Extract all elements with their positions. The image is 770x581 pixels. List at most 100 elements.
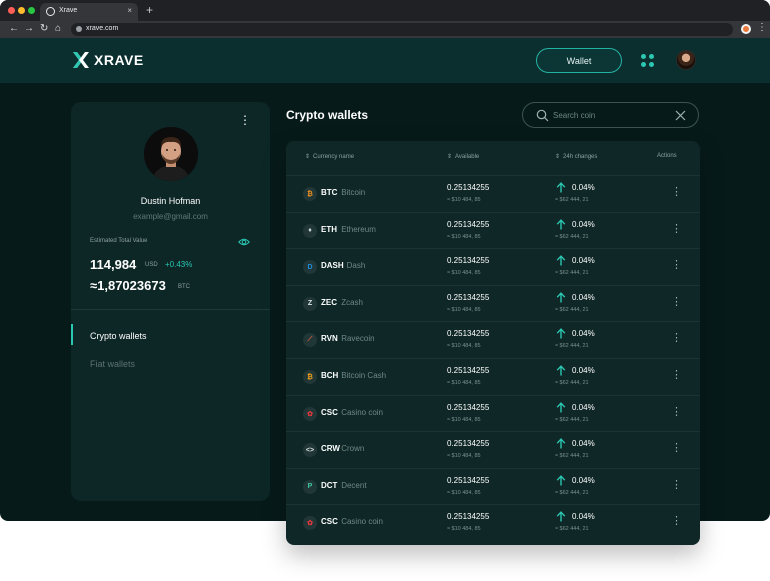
search-box[interactable] [522, 102, 699, 128]
header-currency-label: Currency name [313, 153, 355, 160]
header-actions: Actions [657, 153, 677, 159]
back-icon[interactable]: ← [9, 23, 19, 35]
table-row[interactable]: D DASH Dash 0.25134255 ≈ $10 484, 85 0.04% ≈ $… [286, 248, 700, 285]
coin-name: Dash [346, 261, 366, 271]
change-usd: ≈ $62 444, 21 [555, 453, 589, 460]
ravencoin-icon: ⟋ [303, 333, 317, 348]
browser-tab[interactable]: Xrave × [40, 3, 138, 21]
row-actions-icon[interactable]: ⋮ [671, 223, 682, 235]
minimize-window-button[interactable] [18, 7, 25, 14]
coin-name: Casino coin [341, 407, 383, 417]
row-actions-icon[interactable]: ⋮ [671, 443, 682, 454]
maximize-window-button[interactable] [28, 7, 35, 14]
row-actions-icon[interactable]: ⋮ [671, 370, 682, 381]
table-row[interactable]: P DCT Decent 0.25134255 ≈ $10 484, 85 0.04% ≈ … [286, 467, 700, 505]
address-bar[interactable]: xrave.com [71, 23, 733, 36]
profile-avatar [144, 127, 198, 181]
browser-menu-icon[interactable]: ⋮ [757, 22, 767, 33]
change-usd: ≈ $62 444, 21 [555, 380, 589, 386]
table-row[interactable]: ₿ BCH Bitcoin Cash 0.25134255 ≈ $10 484, 85 0… [286, 358, 700, 395]
casino-coin-icon: ✿ [303, 516, 317, 531]
new-tab-button[interactable]: + [146, 3, 153, 17]
available-usd: ≈ $10 484, 85 [447, 380, 481, 386]
nav-crypto-wallets[interactable]: Crypto wallets [90, 331, 147, 341]
page-title: Crypto wallets [286, 108, 369, 122]
nav-fiat-wallets[interactable]: Fiat wallets [90, 359, 135, 369]
arrow-up-icon [556, 365, 566, 376]
profile-menu-icon[interactable]: ⋮ [239, 114, 251, 126]
home-icon[interactable]: ⌂ [55, 23, 61, 35]
clear-search-icon[interactable] [675, 110, 686, 121]
usd-unit: USD [145, 262, 158, 268]
coin-name: Ethereum [341, 224, 376, 234]
sort-icon: ⇕ [555, 154, 561, 160]
forward-icon[interactable]: → [24, 23, 34, 35]
lock-icon [76, 26, 82, 32]
available-usd: ≈ $10 484, 85 [447, 526, 481, 533]
arrow-up-icon [556, 182, 566, 193]
row-actions-icon[interactable]: ⋮ [671, 296, 682, 308]
available-usd: ≈ $10 484, 85 [447, 270, 481, 277]
row-actions-icon[interactable]: ⋮ [671, 333, 682, 344]
globe-icon [46, 7, 55, 16]
table-row[interactable]: <> CRW Crown 0.25134255 ≈ $10 484, 85 0.04% ≈ … [286, 431, 700, 468]
table-row[interactable]: ₿ BTC Bitcoin 0.25134255 ≈ $10 484, 85 0.04% ≈… [286, 175, 700, 212]
arrow-up-icon [556, 474, 566, 486]
logo[interactable]: XRAVE [71, 50, 144, 70]
available-usd: ≈ $10 484, 85 [447, 453, 481, 460]
coin-name: Crown [341, 444, 365, 454]
browser-toolbar: ← → ↻ ⌂ xrave.com ⋮ [0, 21, 770, 38]
table-row[interactable]: Z ZEC Zcash 0.25134255 ≈ $10 484, 85 0.04% ≈ $… [286, 284, 700, 322]
available-amount: 0.25134255 [447, 219, 490, 229]
tab-strip: Xrave × + [0, 0, 770, 21]
available-amount: 0.25134255 [447, 183, 490, 192]
available-amount: 0.25134255 [447, 329, 490, 339]
available-usd: ≈ $10 484, 85 [447, 233, 481, 240]
change-percent: 0.04% [572, 292, 595, 302]
crown-icon: <> [303, 443, 317, 458]
table-row[interactable]: ✿ CSC Casino coin 0.25134255 ≈ $10 484, 85 0.… [286, 394, 700, 432]
eye-icon[interactable] [238, 237, 250, 247]
row-actions-icon[interactable]: ⋮ [671, 479, 682, 491]
reload-icon[interactable]: ↻ [40, 23, 48, 35]
coin-symbol: ETH [321, 224, 337, 234]
wallet-button[interactable]: Wallet [536, 48, 622, 73]
header-changes-label: 24h changes [563, 153, 598, 160]
arrow-up-icon [556, 511, 566, 522]
available-usd: ≈ $10 484, 85 [447, 343, 481, 350]
url-text: xrave.com [86, 25, 119, 32]
row-actions-icon[interactable]: ⋮ [671, 406, 682, 418]
coin-symbol: DASH [321, 261, 344, 271]
table-row[interactable]: ✿ CSC Casino coin 0.25134255 ≈ $10 484, 85 0.… [286, 504, 700, 541]
row-actions-icon[interactable]: ⋮ [671, 187, 682, 198]
header-changes[interactable]: ⇕ 24h changes [555, 153, 598, 161]
table-row[interactable]: ⟋ RVN Ravecoin 0.25134255 ≈ $10 484, 85 0.04%… [286, 321, 700, 358]
user-avatar[interactable] [676, 50, 696, 70]
sort-icon: ⇕ [305, 154, 311, 160]
coin-name: Decent [341, 480, 367, 490]
header-available[interactable]: ⇕ Available [447, 153, 479, 161]
close-window-button[interactable] [8, 7, 15, 14]
wallets-table: ⇕ Currency name ⇕ Available ⇕ 24h change… [286, 141, 700, 545]
header-currency[interactable]: ⇕ Currency name [305, 153, 355, 161]
browser-chrome: Xrave × + ← → ↻ ⌂ xrave.com ⋮ [0, 0, 770, 38]
arrow-up-icon [556, 255, 566, 266]
coin-name: Zcash [341, 297, 363, 307]
logo-text: XRAVE [94, 52, 144, 68]
available-usd: ≈ $10 484, 85 [447, 489, 481, 496]
row-actions-icon[interactable]: ⋮ [671, 260, 682, 271]
coin-name: Bitcoin [341, 188, 366, 197]
tab-close-icon[interactable]: × [127, 6, 132, 15]
change-usd: ≈ $62 444, 21 [555, 306, 589, 313]
available-usd: ≈ $10 484, 85 [447, 197, 481, 203]
search-input[interactable] [553, 108, 673, 123]
apps-grid-icon[interactable] [641, 54, 654, 67]
extension-icon[interactable] [741, 24, 751, 34]
row-actions-icon[interactable]: ⋮ [671, 516, 682, 527]
user-email: example@gmail.com [133, 212, 208, 221]
table-row[interactable]: ♦ ETH Ethereum 0.25134255 ≈ $10 484, 85 0.04%… [286, 211, 700, 249]
available-usd: ≈ $10 484, 85 [447, 306, 481, 313]
change-percent: 0.04% [572, 329, 595, 339]
btc-unit: BTC [178, 284, 190, 290]
change-usd: ≈ $62 444, 21 [555, 489, 589, 496]
